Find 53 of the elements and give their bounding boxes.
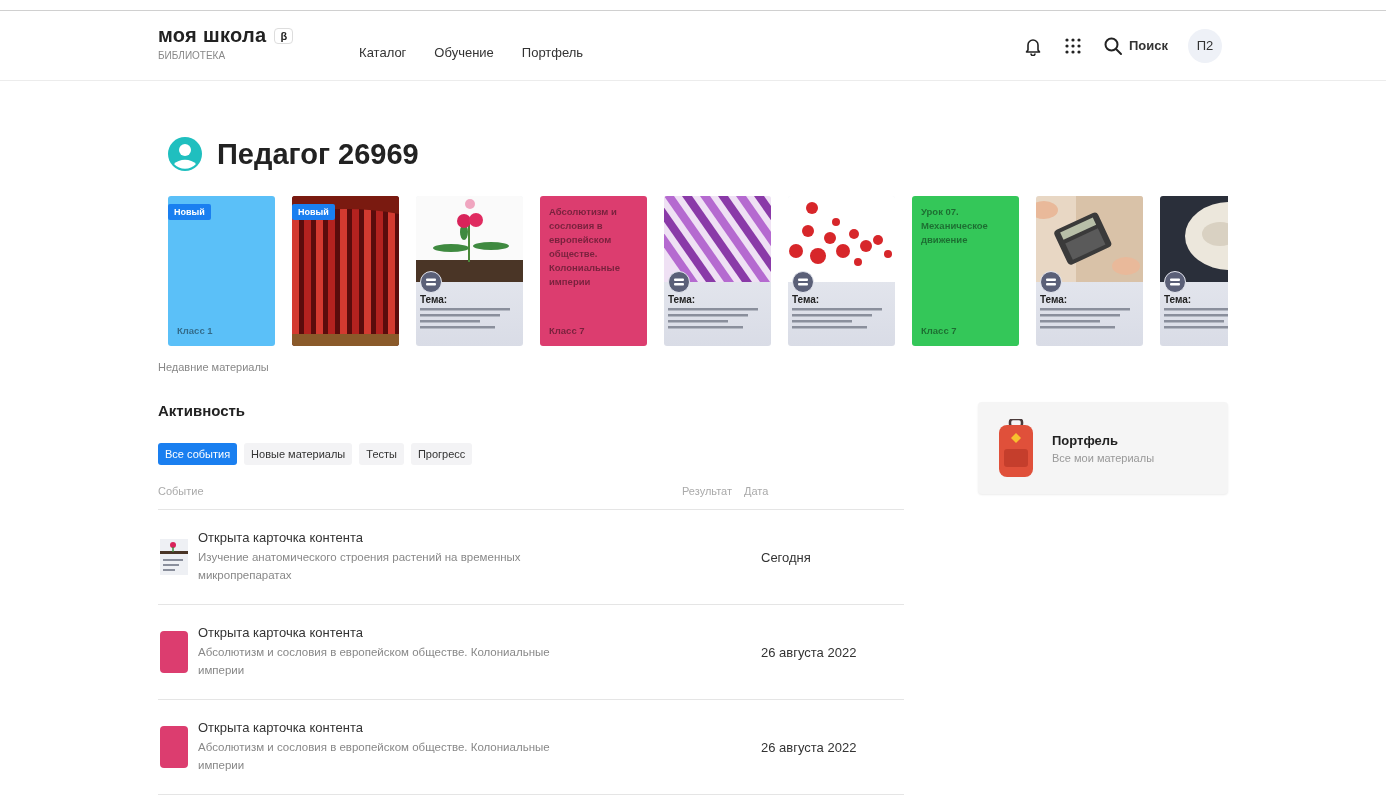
material-card[interactable]: Тема: [1036,196,1143,346]
material-card[interactable]: Тема: [788,196,895,346]
user-avatar[interactable]: П2 [1188,28,1222,63]
nav-link[interactable]: Обучение [434,45,494,60]
column-header: Событие [158,485,205,497]
filter-tab[interactable]: Новые материалы [244,443,353,465]
backpack-icon [998,419,1034,477]
event-description: Изучение анатомического строения растений на временных микропрепаратах [198,550,522,583]
card-grade: Класс 7 [921,325,958,336]
beta-badge: β [274,27,294,44]
event-title: Открыта карточка контента [198,625,364,640]
search-button[interactable]: Поиск [1103,35,1168,56]
event-date: Сегодня [761,549,812,565]
portfolio-title: Портфель [1052,432,1120,448]
profile-name: Педагог 26969 [217,137,419,171]
material-card[interactable]: Тема: [1160,196,1228,346]
filter-tab[interactable]: Все события [158,443,238,465]
event-title: Открыта карточка контента [198,530,364,545]
user-avatar-icon [168,137,202,171]
event-description: Абсолютизм и сословия в европейском обществе. Колониальные империи [198,740,551,773]
material-card[interactable]: Новый Класс 1 [168,196,275,346]
section-title: Активность [158,402,247,419]
event-date: 26 августа 2022 [761,739,858,755]
column-header: Результат [682,485,734,497]
material-card[interactable]: Тема: [664,196,771,346]
card-grade: Класс 7 [549,325,586,336]
filter-tab[interactable]: Прогресс [410,443,473,465]
event-description: Абсолютизм и сословия в европейском обществе. Колониальные империи [198,645,551,678]
search-icon [1103,35,1123,56]
logo-subtitle: БИБЛИОТЕКА [158,50,227,61]
topic-label: Тема: [1040,294,1069,305]
nav-link[interactable]: Портфель [521,45,584,60]
material-card[interactable]: Тема: [416,196,523,346]
event-date: 26 августа 2022 [761,644,858,660]
card-title: Урок 07. Механическое движение [921,205,989,247]
card-title: Абсолютизм и сословия в европейском обществе. Колониальные империи [549,205,621,289]
new-badge: Новый [168,204,211,220]
new-badge: Новый [292,204,335,220]
topic-label: Тема: [792,294,821,305]
text-lines-drawing [1164,308,1228,330]
card-grade: Класс 1 [177,325,214,336]
portfolio-subtitle: Все мои материалы [1052,451,1155,464]
topic-label: Тема: [668,294,697,305]
event-title: Открыта карточка контента [198,720,364,735]
portfolio-card[interactable]: Портфель Все мои материалы [978,402,1228,494]
topic-label: Тема: [420,294,449,305]
filter-tab[interactable]: Тесты [359,443,404,465]
section-caption: Недавние материалы [158,361,270,373]
material-card[interactable]: Новый [292,196,399,346]
column-header: Дата [744,485,770,497]
topic-label: Тема: [1164,294,1193,305]
nav-link[interactable]: Каталог [359,45,407,60]
logo-text[interactable]: моя школа [158,24,267,47]
